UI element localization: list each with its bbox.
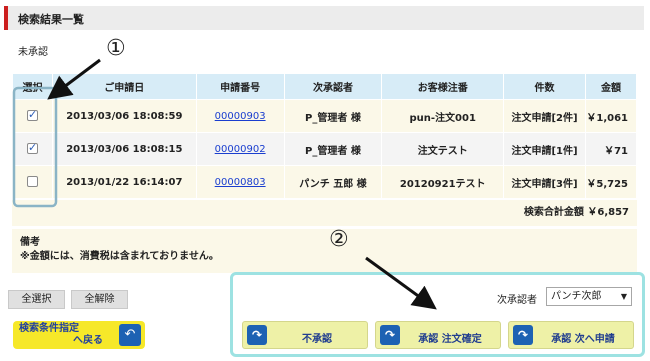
select-all-button[interactable]: 全選択	[8, 290, 65, 309]
header-order: お客様注番	[381, 73, 505, 100]
row-amount: ￥1,061	[584, 99, 638, 133]
header-amount: 金額	[584, 73, 638, 100]
forward-arrow-icon: ↷	[247, 325, 267, 345]
return-arrow-icon: ↶	[119, 324, 141, 346]
row-order: pun-注文001	[381, 99, 505, 133]
table-row: 2013/03/06 18:08:59 00000903 P_管理者 様 pun…	[12, 99, 638, 133]
page-titlebar: 検索結果一覧	[4, 6, 644, 30]
header-approver: 次承認者	[283, 73, 383, 100]
remarks-heading: 備考	[20, 237, 40, 248]
approve-confirm-label: 承認 注文確定	[418, 334, 482, 345]
header-date: ご申請日	[51, 73, 197, 100]
row-approver: パンチ 五郎 様	[283, 165, 383, 199]
status-label: 未承認	[18, 47, 48, 58]
annotation-marker-1: ①	[106, 36, 126, 61]
table-header-row: 選択 ご申請日 申請番号 次承認者 お客様注番 件数 金額	[12, 73, 638, 100]
next-approver-select[interactable]: パンチ次郎 ▼	[546, 287, 632, 306]
row-amount: ￥5,725	[584, 165, 638, 199]
clear-all-button[interactable]: 全解除	[71, 290, 128, 309]
chevron-down-icon: ▼	[620, 292, 627, 301]
approve-next-label: 承認 次へ申請	[551, 334, 615, 345]
reject-button-label: 不承認	[302, 334, 332, 345]
row-approver: P_管理者 様	[283, 99, 383, 133]
table-row: 2013/03/06 18:08:15 00000902 P_管理者 様 注文テ…	[12, 132, 638, 166]
page-title: 検索結果一覧	[18, 13, 84, 26]
back-button-line1: 検索条件指定	[19, 323, 79, 334]
row-date: 2013/03/06 18:08:15	[51, 132, 197, 166]
row-order: 20120921テスト	[381, 165, 505, 199]
back-to-search-button[interactable]: 検索条件指定 へ戻る ↶	[13, 321, 145, 349]
search-total: 検索合計金額 ￥6,857	[12, 200, 637, 226]
results-table: 選択 ご申請日 申請番号 次承認者 お客様注番 件数 金額 2013/03/06…	[12, 73, 638, 199]
row-checkbox[interactable]	[26, 176, 38, 188]
row-date: 2013/01/22 16:14:07	[51, 165, 197, 199]
annotation-marker-2: ②	[329, 227, 349, 252]
table-row: 2013/01/22 16:14:07 00000803 パンチ 五郎 様 20…	[12, 165, 638, 199]
approve-next-button[interactable]: ↷ 承認 次へ申請	[508, 321, 634, 349]
row-number-link[interactable]: 00000803	[215, 177, 266, 188]
row-count: 注文申請[1件]	[503, 132, 586, 166]
row-number-link[interactable]: 00000902	[215, 144, 266, 155]
header-number: 申請番号	[195, 73, 285, 100]
remarks-box: 備考 ※金額には、消費税は含まれておりません。	[12, 229, 637, 273]
next-approver-value: パンチ次郎	[551, 291, 602, 302]
row-number-link[interactable]: 00000903	[215, 111, 266, 122]
header-select: 選択	[12, 73, 53, 100]
back-button-line2: へ戻る	[73, 335, 103, 346]
remarks-text: ※金額には、消費税は含まれておりません。	[20, 251, 219, 262]
row-amount: ￥71	[584, 132, 638, 166]
row-count: 注文申請[3件]	[503, 165, 586, 199]
reject-button[interactable]: ↷ 不承認	[242, 321, 368, 349]
row-checkbox[interactable]	[26, 141, 38, 155]
row-order: 注文テスト	[381, 132, 505, 166]
next-approver-label: 次承認者	[497, 295, 537, 306]
forward-arrow-icon: ↷	[380, 325, 400, 345]
row-date: 2013/03/06 18:08:59	[51, 99, 197, 133]
header-count: 件数	[503, 73, 586, 100]
row-checkbox[interactable]	[26, 108, 38, 122]
forward-arrow-icon: ↷	[513, 325, 533, 345]
row-approver: P_管理者 様	[283, 132, 383, 166]
approve-confirm-button[interactable]: ↷ 承認 注文確定	[375, 321, 501, 349]
row-count: 注文申請[2件]	[503, 99, 586, 133]
